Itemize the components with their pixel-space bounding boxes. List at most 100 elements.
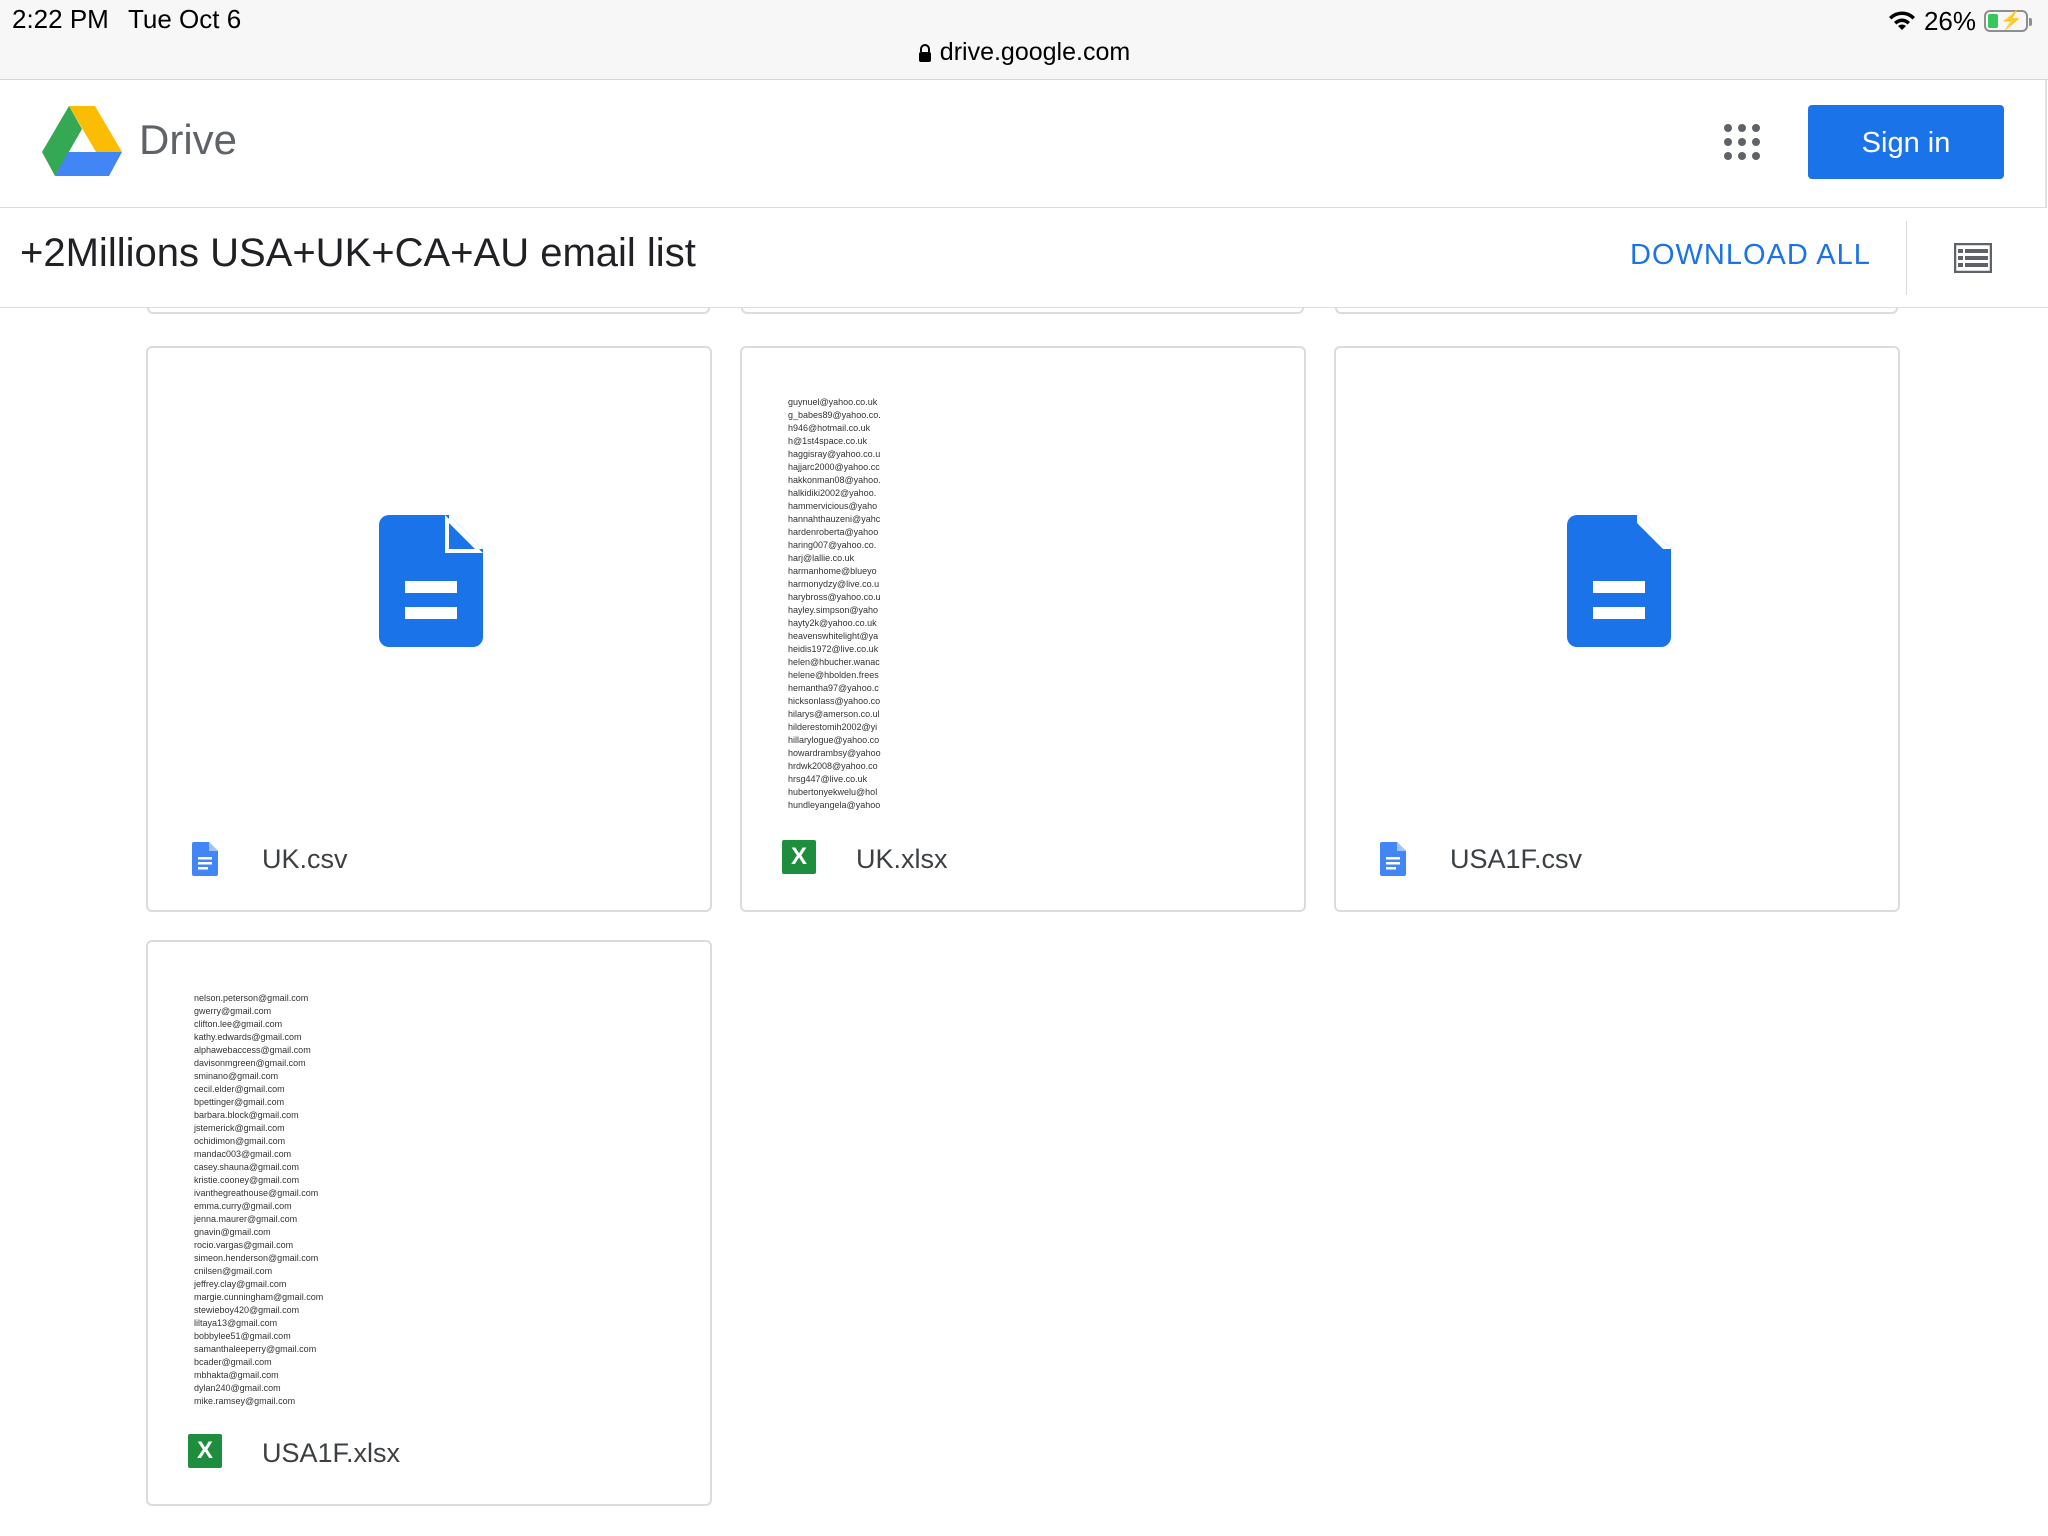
- preview-line: davisonmgreen@gmail.com: [194, 1058, 306, 1068]
- preview-line: mbhakta@gmail.com: [194, 1370, 279, 1380]
- folder-title-bar: +2Millions USA+UK+CA+AU email list DOWNL…: [0, 209, 2048, 308]
- preview-line: hemantha97@yahoo.c: [788, 683, 879, 693]
- preview-line: gwerry@gmail.com: [194, 1006, 272, 1016]
- spreadsheet-preview-text: guynuel@yahoo.co.uk g_babes89@yahoo.co. h9…: [788, 396, 884, 812]
- file-card-footer: UK.csv: [148, 822, 710, 894]
- status-indicators: 26% ⚡: [1888, 4, 2032, 38]
- preview-line: jstemerick@gmail.com: [194, 1123, 285, 1133]
- file-card-usa1f-xlsx[interactable]: nelson.peterson@gmail.com gwerry@gmail.co…: [146, 940, 712, 1506]
- preview-line: harybross@yahoo.co.u: [788, 592, 881, 602]
- preview-line: alphawebaccess@gmail.com: [194, 1045, 311, 1055]
- preview-line: hubertonyekwelu@hol: [788, 787, 878, 797]
- preview-line: harj@lallie.co.uk: [788, 553, 855, 563]
- browser-status-bar: 2:22 PM Tue Oct 6 26% ⚡ drive.google.com: [0, 0, 2048, 80]
- preview-line: hillarylogue@yahoo.co: [788, 735, 880, 745]
- preview-line: hrsg447@live.co.uk: [788, 774, 868, 784]
- app-name: Drive: [139, 116, 238, 163]
- preview-line: helen@hbucher.wanac: [788, 657, 880, 667]
- preview-line: haring007@yahoo.co.: [788, 540, 877, 550]
- file-preview[interactable]: [148, 348, 710, 818]
- list-view-icon[interactable]: [1954, 243, 1992, 273]
- preview-line: hrdwk2008@yahoo.co: [788, 761, 878, 771]
- folder-title: +2Millions USA+UK+CA+AU email list: [20, 231, 696, 275]
- file-name: UK.csv: [262, 844, 348, 874]
- preview-line: howardrambsy@yahoo: [788, 748, 881, 758]
- preview-line: kathy.edwards@gmail.com: [194, 1032, 302, 1042]
- file-card-footer: X USA1F.xlsx: [148, 1416, 710, 1488]
- battery-icon: ⚡: [1984, 10, 2032, 32]
- docs-icon: [1380, 842, 1406, 876]
- preview-line: nelson.peterson@gmail.com: [194, 993, 309, 1003]
- preview-line: cnilsen@gmail.com: [194, 1266, 273, 1276]
- preview-line: hammervicious@yaho: [788, 501, 878, 511]
- file-card-footer: X UK.xlsx: [742, 822, 1304, 894]
- lock-icon: [918, 44, 931, 62]
- preview-line: heidis1972@live.co.uk: [788, 644, 879, 654]
- preview-line: dylan240@gmail.com: [194, 1383, 281, 1393]
- preview-line: bpettinger@gmail.com: [194, 1097, 285, 1107]
- wifi-icon: [1888, 11, 1915, 30]
- preview-line: harmonydzy@live.co.u: [788, 579, 880, 589]
- preview-line: liltaya13@gmail.com: [194, 1318, 278, 1328]
- document-icon: [1567, 515, 1671, 647]
- google-drive-logo[interactable]: [42, 106, 122, 176]
- battery-percent: 26%: [1923, 5, 1976, 36]
- preview-line: heavenswhitelight@ya: [788, 631, 879, 641]
- preview-line: halkidiki2002@yahoo.: [788, 488, 877, 498]
- preview-line: simeon.henderson@gmail.com: [194, 1253, 319, 1263]
- preview-line: harmanhome@blueyo: [788, 566, 877, 576]
- preview-line: hardenroberta@yahoo: [788, 527, 879, 537]
- address-bar[interactable]: drive.google.com: [0, 38, 2048, 67]
- preview-line: jenna.maurer@gmail.com: [194, 1214, 298, 1224]
- file-card-uk-xlsx[interactable]: guynuel@yahoo.co.uk g_babes89@yahoo.co. h9…: [740, 346, 1306, 912]
- preview-line: sminano@gmail.com: [194, 1071, 279, 1081]
- preview-line: hundleyangela@yahoo: [788, 800, 881, 810]
- file-name: USA1F.csv: [1450, 844, 1583, 874]
- preview-line: hilderestomih2002@yi: [788, 722, 878, 732]
- spreadsheet-preview-text: nelson.peterson@gmail.com gwerry@gmail.co…: [194, 992, 323, 1408]
- file-card-footer: USA1F.csv: [1336, 822, 1898, 894]
- sign-in-button[interactable]: Sign in: [1808, 105, 2004, 179]
- preview-line: hayley.simpson@yaho: [788, 605, 879, 615]
- preview-line: h946@hotmail.co.uk: [788, 423, 871, 433]
- preview-line: hilarys@amerson.co.ul: [788, 709, 880, 719]
- file-card-uk-csv[interactable]: UK.csv: [146, 346, 712, 912]
- drive-header: Drive Sign in: [0, 80, 2047, 208]
- preview-line: mandac003@gmail.com: [194, 1149, 292, 1159]
- file-preview[interactable]: [1336, 348, 1898, 818]
- docs-icon: [192, 842, 218, 876]
- file-name: UK.xlsx: [856, 844, 948, 874]
- file-card-usa1f-csv[interactable]: USA1F.csv: [1334, 346, 1900, 912]
- preview-line: bobbylee51@gmail.com: [194, 1331, 291, 1341]
- download-all-button[interactable]: DOWNLOAD ALL: [1630, 239, 1871, 272]
- preview-line: hajjarc2000@yahoo.cc: [788, 462, 880, 472]
- preview-line: gnavin@gmail.com: [194, 1227, 271, 1237]
- preview-line: margie.cunningham@gmail.com: [194, 1292, 324, 1302]
- preview-line: samanthaleeperry@gmail.com: [194, 1344, 317, 1354]
- sheets-icon: X: [782, 840, 816, 874]
- preview-line: h@1st4space.co.uk: [788, 436, 868, 446]
- preview-line: casey.shauna@gmail.com: [194, 1162, 300, 1172]
- preview-line: g_babes89@yahoo.co.: [788, 410, 881, 420]
- file-preview[interactable]: nelson.peterson@gmail.com gwerry@gmail.co…: [148, 942, 710, 1412]
- preview-line: jeffrey.clay@gmail.com: [194, 1279, 287, 1289]
- url-text: drive.google.com: [939, 38, 1131, 66]
- divider: [1906, 221, 1907, 295]
- preview-line: cecil.elder@gmail.com: [194, 1084, 285, 1094]
- status-time: 2:22 PM: [12, 4, 109, 34]
- preview-line: haggisray@yahoo.co.u: [788, 449, 881, 459]
- preview-line: clifton.lee@gmail.com: [194, 1019, 283, 1029]
- sheets-icon: X: [188, 1434, 222, 1468]
- preview-line: ochidimon@gmail.com: [194, 1136, 286, 1146]
- status-date: Tue Oct 6: [128, 4, 242, 34]
- preview-line: helene@hbolden.frees: [788, 670, 879, 680]
- google-apps-icon[interactable]: [1724, 124, 1760, 160]
- preview-line: rocio.vargas@gmail.com: [194, 1240, 294, 1250]
- preview-line: kristie.cooney@gmail.com: [194, 1175, 300, 1185]
- preview-line: stewieboy420@gmail.com: [194, 1305, 300, 1315]
- file-preview[interactable]: guynuel@yahoo.co.uk g_babes89@yahoo.co. h9…: [742, 348, 1304, 818]
- preview-line: mike.ramsey@gmail.com: [194, 1396, 296, 1406]
- preview-line: hannahthauzeni@yahc: [788, 514, 881, 524]
- preview-line: emma.curry@gmail.com: [194, 1201, 292, 1211]
- preview-line: hakkonman08@yahoo.: [788, 475, 881, 485]
